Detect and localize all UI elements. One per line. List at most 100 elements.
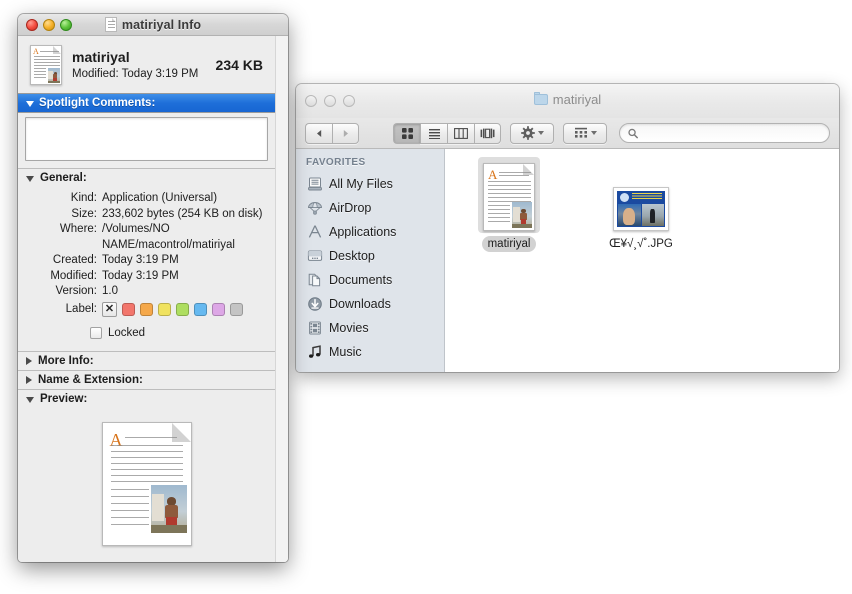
info-row-label: Label: ✕: [26, 301, 267, 318]
chevron-down-icon: [590, 131, 597, 135]
finder-titlebar[interactable]: matiriyal: [296, 84, 839, 118]
file-name-label[interactable]: Œ¥√¸√˚.JPG: [603, 236, 679, 252]
row-key: Label:: [65, 302, 97, 315]
general-section-header[interactable]: General:: [18, 168, 275, 187]
spotlight-comments-label: Spotlight Comments:: [39, 97, 156, 109]
search-field[interactable]: [619, 123, 830, 143]
file-item-matiriyal[interactable]: A matiriyal: [463, 157, 555, 252]
preview-label: Preview:: [40, 393, 88, 405]
sidebar-item-all-my-files[interactable]: All My Files: [296, 172, 444, 196]
sidebar-heading: FAVORITES: [306, 157, 366, 168]
file-list-area[interactable]: A matiriyal Œ¥√¸√˚.JPG: [445, 149, 839, 372]
label-swatch-red[interactable]: [122, 302, 135, 316]
locked-label: Locked: [108, 327, 146, 339]
disclosure-triangle-down-icon: [26, 175, 34, 182]
name-extension-label: Name & Extension:: [38, 374, 143, 386]
sidebar-item-airdrop[interactable]: AirDrop: [296, 196, 444, 220]
file-icon: A: [30, 45, 62, 85]
arrange-menu-button[interactable]: [563, 122, 607, 144]
row-key: Created:: [52, 254, 97, 266]
sidebar-item-downloads[interactable]: Downloads: [296, 292, 444, 316]
row-key: Version:: [55, 285, 97, 297]
preview-section-header[interactable]: Preview:: [18, 389, 275, 408]
sidebar-item-desktop[interactable]: Desktop: [296, 244, 444, 268]
label-swatch-gray[interactable]: [230, 302, 243, 316]
info-body: A matiriyal Modified: Today 3:19 PM 234 …: [18, 36, 288, 562]
locked-row[interactable]: Locked: [26, 317, 267, 341]
finder-title-text: matiriyal: [552, 92, 602, 107]
sidebar-item-label: Desktop: [329, 249, 375, 263]
back-arrow-icon: [316, 129, 321, 137]
close-button[interactable]: [26, 19, 38, 31]
icon-view-button[interactable]: [393, 122, 420, 144]
finder-window: matiriyal FAVORITES All My Files AirDrop…: [296, 84, 839, 372]
disclosure-triangle-down-icon: [26, 396, 34, 403]
row-value: /Volumes/NO NAME/macontrol/matiriyal: [102, 223, 235, 251]
document-icon: [104, 17, 117, 32]
arrange-icon: [574, 127, 587, 138]
file-thumbnail: [595, 157, 687, 231]
zoom-button[interactable]: [60, 19, 72, 31]
forward-arrow-icon: [343, 129, 348, 137]
row-value: Application (Universal): [102, 192, 218, 204]
preview-section-body: A: [18, 408, 275, 562]
coverflow-view-button[interactable]: [474, 122, 501, 144]
general-label: General:: [40, 172, 87, 184]
minimize-button[interactable]: [43, 19, 55, 31]
forward-button[interactable]: [332, 122, 359, 144]
action-menu-button[interactable]: [510, 122, 554, 144]
label-none-button[interactable]: ✕: [102, 301, 117, 317]
downloads-icon: [307, 296, 323, 312]
file-modified: Modified: Today 3:19 PM: [72, 67, 199, 80]
scrollbar-track[interactable]: [275, 36, 288, 562]
row-key: Modified:: [50, 269, 97, 282]
sidebar-item-movies[interactable]: Movies: [296, 316, 444, 340]
sidebar-item-label: Movies: [329, 321, 369, 335]
list-view-button[interactable]: [420, 122, 447, 144]
info-title-text: matiriyal Info: [121, 17, 202, 32]
search-input[interactable]: [643, 127, 821, 139]
locked-checkbox[interactable]: [90, 327, 102, 339]
screen: matiriyal FAVORITES All My Files AirDrop…: [0, 0, 852, 594]
disclosure-triangle-down-icon: [26, 100, 34, 107]
all-my-files-icon: [307, 176, 323, 192]
info-row-size: Size: 233,602 bytes (254 KB on disk): [26, 207, 267, 223]
column-view-button[interactable]: [447, 122, 474, 144]
label-swatch-yellow[interactable]: [158, 302, 171, 316]
info-header: A matiriyal Modified: Today 3:19 PM 234 …: [18, 36, 275, 93]
sidebar-item-applications[interactable]: Applications: [296, 220, 444, 244]
sidebar: FAVORITES All My Files AirDrop Applicati…: [296, 149, 445, 372]
more-info-section-header[interactable]: More Info:: [18, 351, 275, 370]
image-icon: [613, 187, 669, 231]
back-button[interactable]: [305, 122, 332, 144]
label-swatch-purple[interactable]: [212, 302, 225, 316]
row-key: Where:: [59, 223, 97, 235]
sidebar-item-documents[interactable]: Documents: [296, 268, 444, 292]
airdrop-icon: [307, 200, 323, 216]
sidebar-item-label: Applications: [329, 225, 397, 239]
grid-icon: [401, 127, 413, 139]
spotlight-comments-section-header[interactable]: Spotlight Comments:: [18, 93, 275, 113]
info-row-version: Version: 1.0: [26, 284, 267, 300]
info-scroll-area: A matiriyal Modified: Today 3:19 PM 234 …: [18, 36, 275, 562]
label-swatch-orange[interactable]: [140, 302, 153, 316]
row-value: 1.0: [102, 285, 118, 297]
disclosure-triangle-right-icon: [26, 376, 32, 384]
columns-icon: [454, 127, 468, 139]
view-mode-buttons: [393, 122, 501, 144]
name-extension-section-header[interactable]: Name & Extension:: [18, 370, 275, 389]
sidebar-item-music[interactable]: Music: [296, 340, 444, 364]
info-row-created: Created: Today 3:19 PM: [26, 253, 267, 269]
spotlight-comments-input[interactable]: [25, 117, 268, 161]
label-swatch-green[interactable]: [176, 302, 189, 316]
sidebar-item-label: All My Files: [329, 177, 393, 191]
sidebar-item-label: Music: [329, 345, 362, 359]
info-row-where: Where: /Volumes/NO NAME/macontrol/matiri…: [26, 222, 267, 253]
label-swatch-blue[interactable]: [194, 302, 207, 316]
file-name-label[interactable]: matiriyal: [481, 236, 537, 252]
file-item-jpg[interactable]: Œ¥√¸√˚.JPG: [595, 157, 687, 252]
chevron-down-icon: [537, 131, 544, 135]
documents-icon: [307, 272, 323, 288]
info-titlebar[interactable]: matiriyal Info: [18, 14, 288, 36]
navigation-buttons: [305, 122, 359, 144]
